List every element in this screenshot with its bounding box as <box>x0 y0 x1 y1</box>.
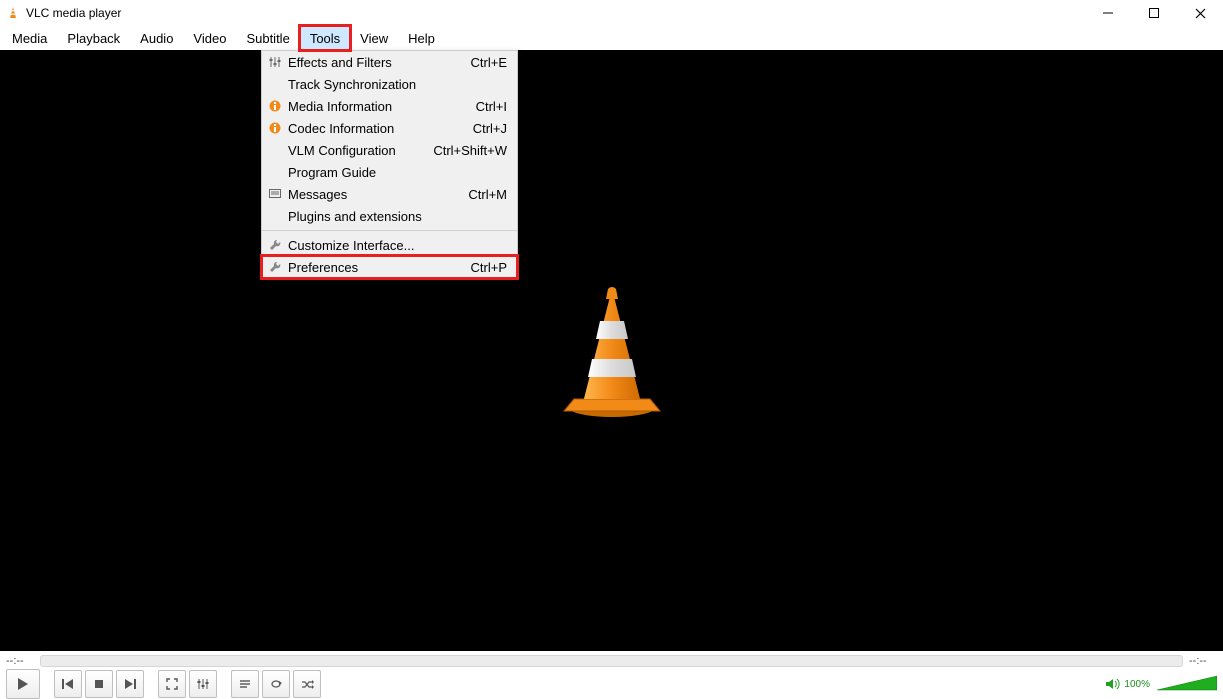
menu-playback[interactable]: Playback <box>57 26 130 50</box>
menu-subtitle[interactable]: Subtitle <box>236 26 299 50</box>
stop-button[interactable] <box>85 670 113 698</box>
menu-item-label: Preferences <box>288 260 471 275</box>
menu-item-shortcut: Ctrl+E <box>471 55 507 70</box>
speaker-icon[interactable] <box>1105 677 1121 691</box>
menu-video[interactable]: Video <box>183 26 236 50</box>
tools-program-guide[interactable]: Program Guide <box>262 161 517 183</box>
menu-item-label: Plugins and extensions <box>288 209 507 224</box>
menu-item-shortcut: Ctrl+I <box>476 99 507 114</box>
window-title: VLC media player <box>26 6 121 20</box>
shuffle-button[interactable] <box>293 670 321 698</box>
play-button[interactable] <box>6 669 40 699</box>
menu-audio[interactable]: Audio <box>130 26 183 50</box>
time-remaining[interactable]: --:-- <box>1189 655 1217 667</box>
maximize-button[interactable] <box>1131 0 1177 26</box>
tools-track-sync[interactable]: Track Synchronization <box>262 73 517 95</box>
menu-help[interactable]: Help <box>398 26 445 50</box>
close-button[interactable] <box>1177 0 1223 26</box>
vlc-cone-icon <box>552 281 672 421</box>
info-icon <box>262 100 288 112</box>
menu-item-shortcut: Ctrl+J <box>473 121 507 136</box>
app-icon <box>6 6 20 20</box>
wrench-icon <box>262 239 288 251</box>
tools-messages[interactable]: Messages Ctrl+M <box>262 183 517 205</box>
tools-plugins[interactable]: Plugins and extensions <box>262 205 517 227</box>
menu-bar: Media Playback Audio Video Subtitle Tool… <box>0 26 1223 50</box>
playlist-button[interactable] <box>231 670 259 698</box>
tools-preferences[interactable]: Preferences Ctrl+P <box>262 256 517 278</box>
prev-button[interactable] <box>54 670 82 698</box>
controls-bar: 100% <box>0 669 1223 699</box>
sliders-icon <box>262 56 288 68</box>
menu-item-shortcut: Ctrl+Shift+W <box>433 143 507 158</box>
messages-icon <box>262 189 288 199</box>
loop-button[interactable] <box>262 670 290 698</box>
menu-tools[interactable]: Tools <box>300 26 350 50</box>
tools-vlm-config[interactable]: VLM Configuration Ctrl+Shift+W <box>262 139 517 161</box>
seek-row: --:-- --:-- <box>0 651 1223 669</box>
menu-view[interactable]: View <box>350 26 398 50</box>
menu-item-label: VLM Configuration <box>288 143 433 158</box>
volume-slider[interactable] <box>1157 674 1217 694</box>
title-bar: VLC media player <box>0 0 1223 26</box>
tools-dropdown: Effects and Filters Ctrl+E Track Synchro… <box>261 50 518 279</box>
tools-codec-info[interactable]: Codec Information Ctrl+J <box>262 117 517 139</box>
minimize-button[interactable] <box>1085 0 1131 26</box>
fullscreen-button[interactable] <box>158 670 186 698</box>
tools-customize-interface[interactable]: Customize Interface... <box>262 234 517 256</box>
tools-effects-filters[interactable]: Effects and Filters Ctrl+E <box>262 51 517 73</box>
menu-item-shortcut: Ctrl+P <box>471 260 507 275</box>
seek-slider[interactable] <box>40 655 1183 667</box>
tools-media-info[interactable]: Media Information Ctrl+I <box>262 95 517 117</box>
menu-item-label: Program Guide <box>288 165 507 180</box>
video-area[interactable] <box>0 50 1223 651</box>
menu-item-label: Media Information <box>288 99 476 114</box>
extended-settings-button[interactable] <box>189 670 217 698</box>
next-button[interactable] <box>116 670 144 698</box>
volume-percent: 100% <box>1124 679 1150 690</box>
menu-item-label: Customize Interface... <box>288 238 507 253</box>
menu-item-label: Codec Information <box>288 121 473 136</box>
menu-item-shortcut: Ctrl+M <box>468 187 507 202</box>
info-icon <box>262 122 288 134</box>
time-elapsed[interactable]: --:-- <box>6 655 34 667</box>
menu-media[interactable]: Media <box>2 26 57 50</box>
menu-item-label: Track Synchronization <box>288 77 507 92</box>
wrench-icon <box>262 261 288 273</box>
menu-item-label: Messages <box>288 187 468 202</box>
menu-separator <box>262 230 517 231</box>
menu-item-label: Effects and Filters <box>288 55 471 70</box>
